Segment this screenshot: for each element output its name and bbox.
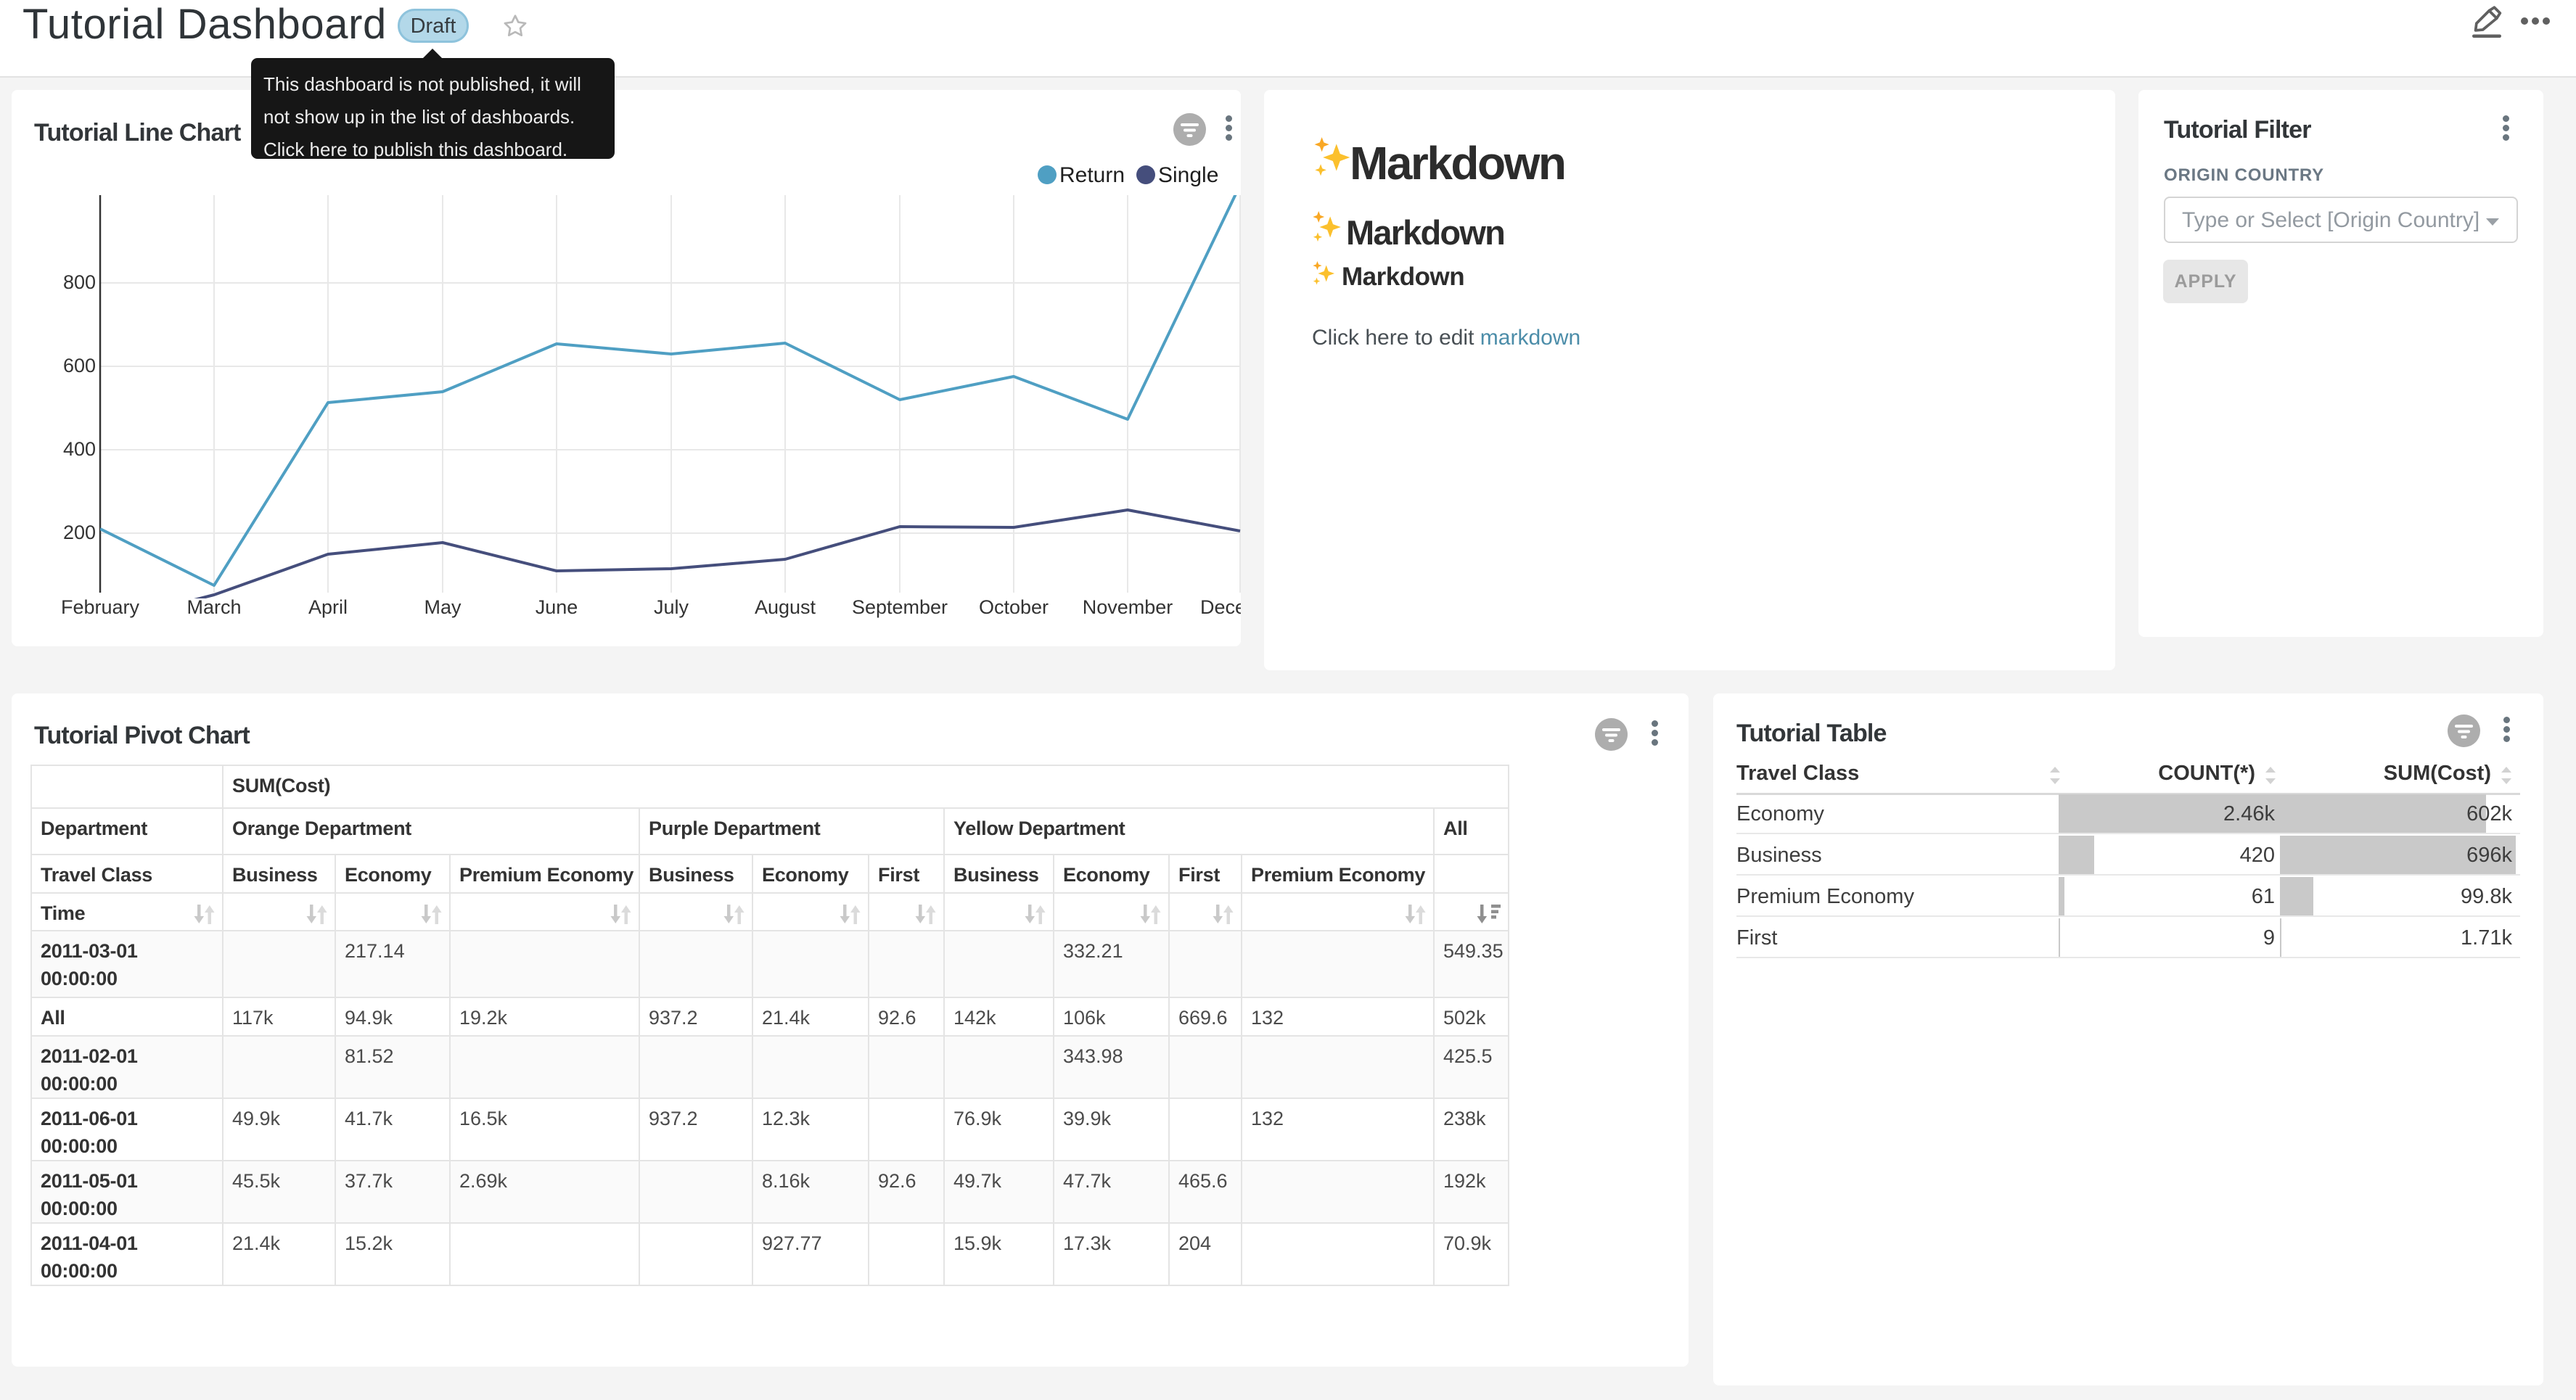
- svg-text:Return: Return: [1059, 163, 1125, 187]
- svg-text:Single: Single: [1158, 163, 1218, 187]
